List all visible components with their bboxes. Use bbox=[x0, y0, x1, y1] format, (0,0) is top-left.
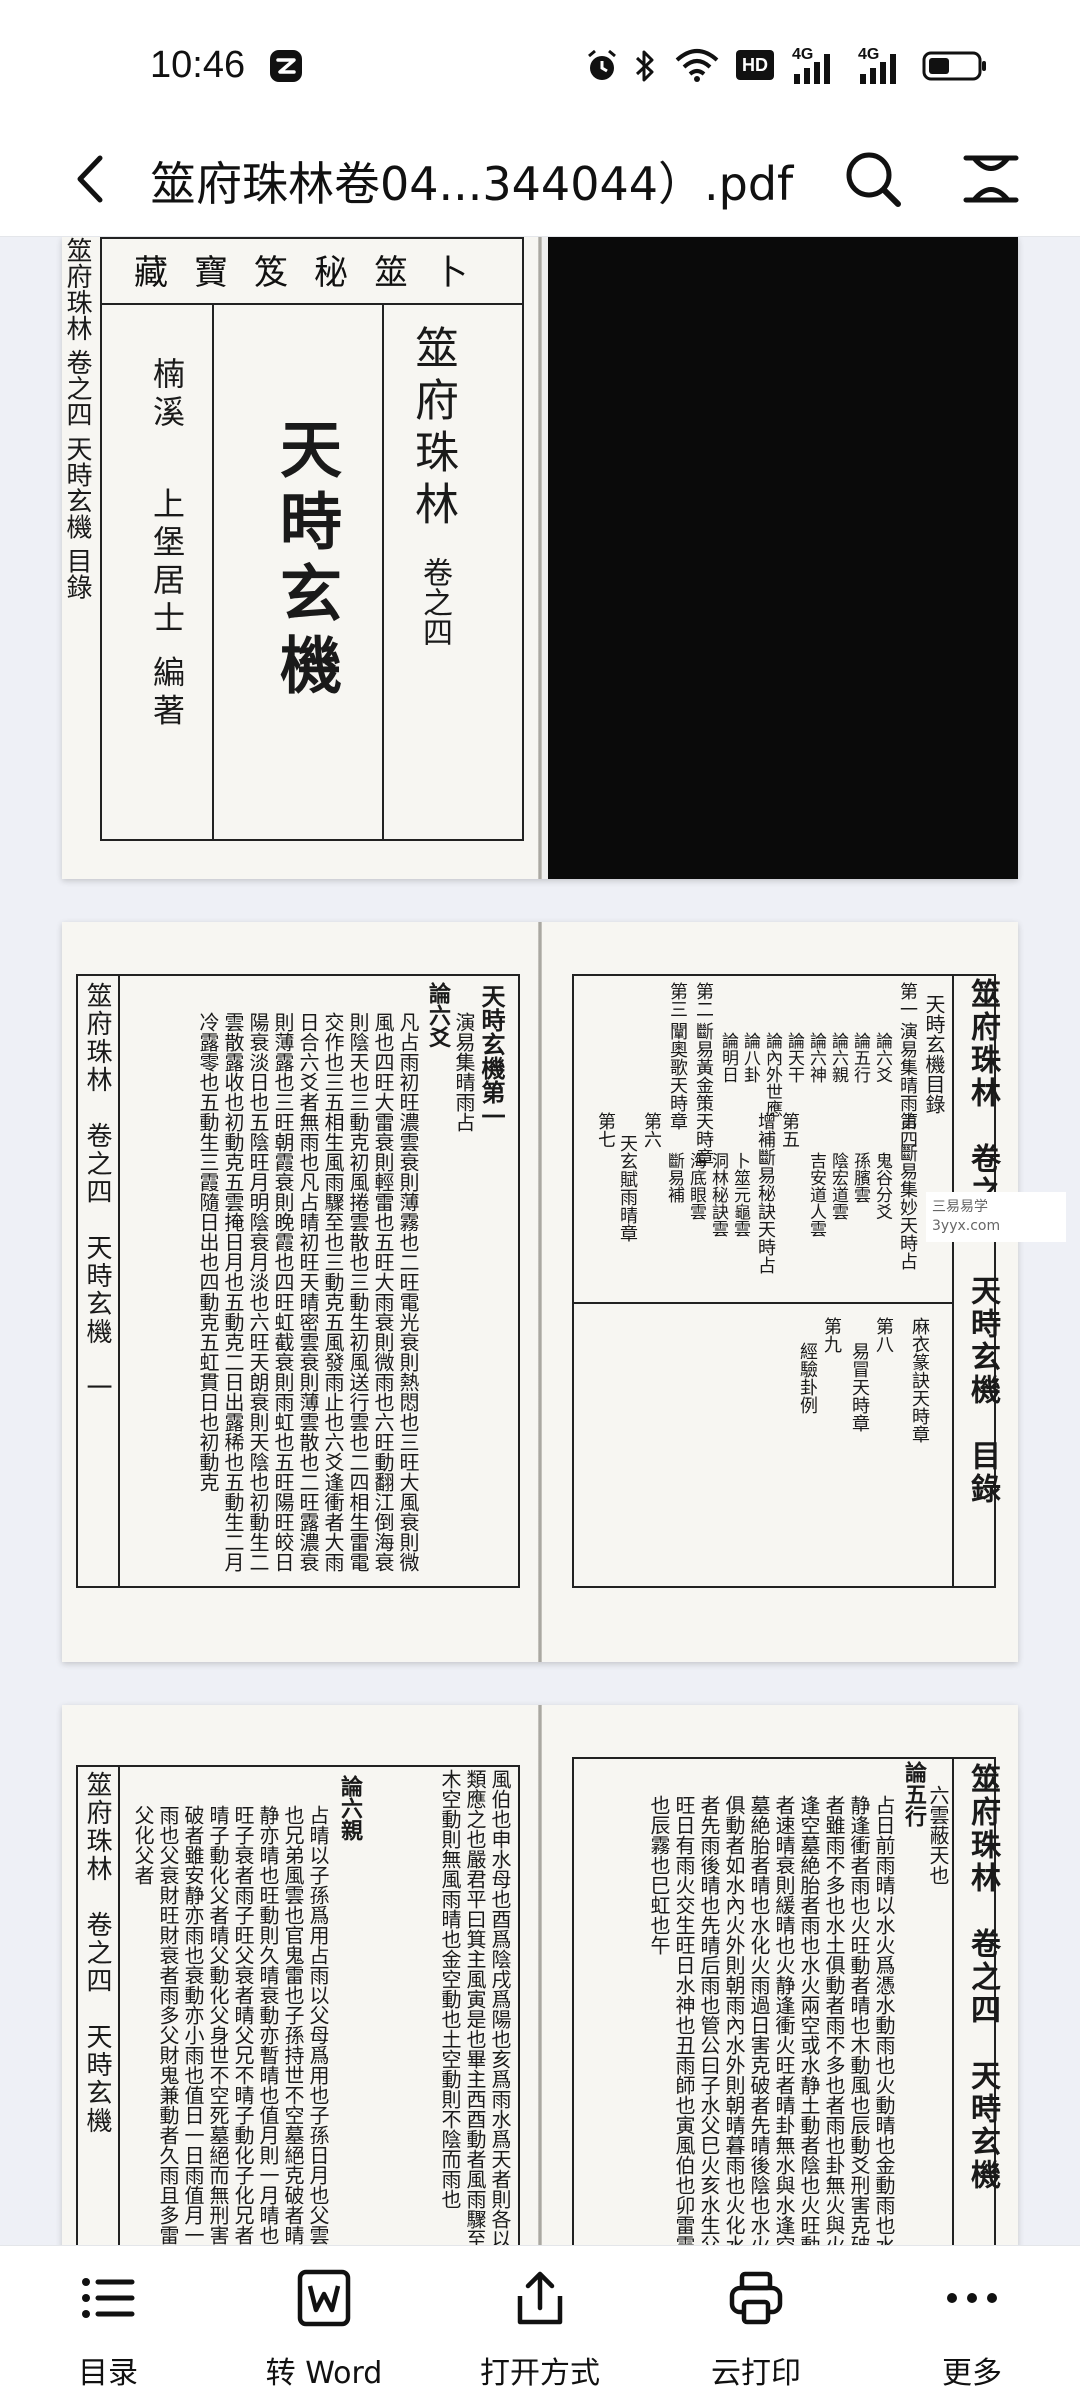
section-heading: 論五行 bbox=[901, 1761, 927, 1827]
more-horizontal-icon bbox=[947, 2293, 997, 2303]
signal-4g-icon: 4G bbox=[858, 46, 908, 86]
document-title: 筮府珠林卷04...344044）.pdf bbox=[150, 157, 794, 211]
toc-subitem[interactable]: 孫臏雲 bbox=[848, 1152, 873, 1203]
toc-entry-9[interactable]: 經驗卦例 bbox=[794, 1342, 820, 1414]
list-icon bbox=[82, 2278, 135, 2318]
app-notification-icon bbox=[270, 50, 302, 82]
toc-entry-10[interactable]: 麻衣篆訣天時章 bbox=[906, 1317, 932, 1443]
to-word-button[interactable]: 转 Word bbox=[216, 2246, 432, 2401]
hd-icon: HD bbox=[736, 50, 774, 80]
open-with-label: 打开方式 bbox=[480, 2356, 600, 2391]
toc-num-3: 第三 bbox=[667, 982, 688, 1018]
signal-4g-icon: 4G bbox=[792, 46, 842, 86]
more-label: 更多 bbox=[942, 2356, 1002, 2391]
author-place: 楠溪 bbox=[148, 357, 186, 433]
spine-text: 筮府珠林 卷之四 天時玄機 bbox=[82, 1771, 112, 2135]
word-icon bbox=[297, 2269, 351, 2327]
page-left-half: 筮府珠林 卷之四 天時玄機 一 天時玄機第一 演易集晴雨占 論六爻 凡占雨初旺濃… bbox=[62, 922, 540, 1662]
toc-entry-8[interactable]: 易冒天時章 bbox=[846, 1342, 872, 1432]
toc-subitem[interactable]: 論八卦 bbox=[738, 1032, 763, 1083]
toc-num-2: 第二 bbox=[693, 982, 714, 1018]
toc-subitem[interactable]: 卜筮元龜雲 bbox=[728, 1152, 753, 1237]
toc-entry-4[interactable]: 斷易集妙天時占 bbox=[894, 1144, 920, 1270]
watermark-line-2: 3yyx.com bbox=[932, 1218, 1001, 1234]
alarm-icon bbox=[588, 49, 616, 80]
author-name: 上堡居士 編著 bbox=[148, 487, 186, 732]
watermark: 三易易学 3yyx.com bbox=[926, 1192, 1066, 1242]
cloud-print-label: 云打印 bbox=[711, 2356, 801, 2391]
toc-entry-2[interactable]: 斷易黃金策天時章 bbox=[690, 1022, 716, 1166]
pdf-page-1: 筮府珠林 卷之四 天時玄機 目錄 卜筮秘笈寶藏 筮府珠林 卷之四 天時玄機 楠溪… bbox=[62, 237, 1018, 879]
toc-subitem[interactable]: 海底眼雲 bbox=[684, 1152, 709, 1220]
toc-num-5: 第五 bbox=[779, 1112, 800, 1148]
catalog-label: 目录 bbox=[78, 2356, 138, 2391]
toc-subitem[interactable]: 論天干 bbox=[782, 1032, 807, 1083]
share-icon bbox=[517, 2271, 563, 2325]
volume-label: 卷之四 bbox=[417, 557, 452, 647]
page-right-half: 筮府珠林 卷之四 天時玄機 目錄 天時玄機目錄 第一 演易集晴雨占 論六爻 論五… bbox=[540, 922, 1018, 1662]
toc-subitem[interactable]: 吉安道人雲 bbox=[804, 1152, 829, 1237]
toc-entry-5[interactable]: 增補斷易秘訣天時占 bbox=[752, 1112, 778, 1274]
toc-entry-3[interactable]: 闡奧歌天時章 bbox=[664, 1022, 690, 1130]
body-text: 占晴以子孫爲用占雨以父母爲用也子孫日月也父雲霧也兄弟風雲也官鬼雷也子孫持世不空墓… bbox=[131, 1805, 330, 2245]
spine-text: 筮府珠林 卷之四 天時玄機 目錄 bbox=[965, 978, 1000, 1506]
section-heading: 論六親 bbox=[337, 1775, 363, 1841]
toc-num-1: 第一 bbox=[897, 982, 918, 1018]
expand-icon[interactable] bbox=[956, 144, 1026, 214]
toc-num-4: 第四 bbox=[897, 1112, 918, 1148]
toc-subitem[interactable]: 陰宏道雲 bbox=[826, 1152, 851, 1220]
spine-text: 筮府珠林 卷之四 天時玄機 bbox=[965, 1763, 1000, 2192]
to-word-label: 转 Word bbox=[265, 2356, 383, 2391]
black-page bbox=[540, 237, 1018, 879]
page-right-half: 筮府珠林 卷之四 天時玄機 六雲蔽天也 論五行 占日前雨晴以水火爲憑水動雨也火動… bbox=[540, 1705, 1018, 2245]
book-title: 筮府珠林 bbox=[407, 325, 458, 533]
bluetooth-icon bbox=[635, 50, 654, 82]
header-text: 卜筮秘笈寶藏 bbox=[134, 253, 494, 293]
toc-subitem[interactable]: 論六爻 bbox=[870, 1032, 895, 1083]
section-heading: 論六爻 bbox=[425, 982, 451, 1048]
body-text-top: 風伯也申水母也酉爲陰戌爲陽也亥爲雨水爲天者則各以其類應之也嚴君平曰箕主風寅是也畢… bbox=[438, 1769, 512, 2245]
toc-num-6: 第六 bbox=[641, 1112, 662, 1148]
pdf-page-2: 筮府珠林 卷之四 天時玄機 一 天時玄機第一 演易集晴雨占 論六爻 凡占雨初旺濃… bbox=[62, 922, 1018, 1662]
bottom-toolbar: 目录 转 Word 打开方式 云打印 更多 bbox=[0, 2245, 1080, 2401]
chapter-subheading: 演易集晴雨占 bbox=[452, 1012, 476, 1132]
more-button[interactable]: 更多 bbox=[864, 2246, 1080, 2401]
pdf-page-3: 筮府珠林 卷之四 天時玄機 風伯也申水母也酉爲陰戌爲陽也亥爲雨水爲天者則各以其類… bbox=[62, 1705, 1018, 2245]
open-with-button[interactable]: 打开方式 bbox=[432, 2246, 648, 2401]
toc-entry-6[interactable]: 天玄賦雨晴章 bbox=[614, 1134, 640, 1242]
toc-subitem[interactable]: 論明日 bbox=[716, 1032, 741, 1083]
main-title: 天時玄機 bbox=[269, 417, 342, 705]
top-app-bar: 筮府珠林卷04...344044）.pdf bbox=[0, 130, 1080, 237]
watermark-line-1: 三易易学 bbox=[932, 1199, 988, 1215]
toc-subitem[interactable]: 鬼谷分爻 bbox=[870, 1152, 895, 1220]
toc-subitem[interactable]: 論五行 bbox=[848, 1032, 873, 1083]
toc-num-8: 第八 bbox=[873, 1317, 894, 1353]
toc-title: 天時玄機目錄 bbox=[922, 994, 946, 1114]
back-button[interactable] bbox=[60, 144, 120, 214]
printer-icon bbox=[729, 2271, 783, 2325]
cloud-print-button[interactable]: 云打印 bbox=[648, 2246, 864, 2401]
battery-icon bbox=[922, 51, 986, 81]
toc-subitem[interactable]: 洞林秘訣雲 bbox=[706, 1152, 731, 1237]
catalog-button[interactable]: 目录 bbox=[0, 2246, 216, 2401]
toc-num-7: 第七 bbox=[595, 1112, 616, 1148]
spine-text: 筮府珠林 卷之四 天時玄機 一 bbox=[82, 982, 112, 1402]
toc-subitem[interactable]: 斷易補 bbox=[662, 1152, 687, 1203]
page-left-half: 筮府珠林 卷之四 天時玄機 風伯也申水母也酉爲陰戌爲陽也亥爲雨水爲天者則各以其類… bbox=[62, 1705, 540, 2245]
toc-subitem[interactable]: 論內外世應 bbox=[760, 1032, 785, 1117]
body-text: 凡占雨初旺濃雲衰則薄霧也二旺電光衰則熱悶也三旺大風衰則微風也四旺大雷衰則輕雷也五… bbox=[196, 1012, 420, 1572]
body-text: 占日前雨晴以水火爲憑水動雨也火動晴也金動雨也水静逢衝者雨也火旺動者晴也木動風也辰… bbox=[647, 1795, 896, 2245]
wifi-icon bbox=[675, 49, 719, 82]
toc-subitem[interactable]: 論六神 bbox=[804, 1032, 829, 1083]
chapter-heading: 天時玄機第一 bbox=[477, 984, 506, 1128]
status-time: 10:46 bbox=[150, 44, 246, 86]
spine-strip: 筮府珠林 卷之四 天時玄機 目錄 bbox=[62, 237, 92, 600]
pdf-viewer[interactable]: 筮府珠林 卷之四 天時玄機 目錄 卜筮秘笈寶藏 筮府珠林 卷之四 天時玄機 楠溪… bbox=[0, 237, 1080, 2245]
status-bar: 10:46 HD 4G 4G bbox=[0, 0, 1080, 130]
toc-subitem[interactable]: 論六親 bbox=[826, 1032, 851, 1083]
search-icon[interactable] bbox=[838, 144, 908, 214]
page-left-half: 筮府珠林 卷之四 天時玄機 目錄 卜筮秘笈寶藏 筮府珠林 卷之四 天時玄機 楠溪… bbox=[62, 237, 540, 879]
toc-num-9: 第九 bbox=[821, 1317, 842, 1353]
